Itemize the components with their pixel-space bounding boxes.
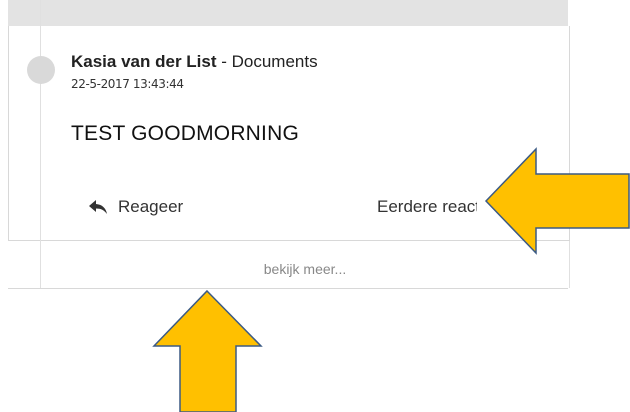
reply-button[interactable]: Reageer bbox=[88, 197, 183, 217]
reply-label: Reageer bbox=[118, 197, 184, 216]
comment-timestamp: 22-5-2017 13:43:44 bbox=[71, 77, 184, 91]
load-more-link[interactable]: bekijk meer... bbox=[41, 261, 569, 277]
earlier-replies-button[interactable]: Eerdere reacties bbox=[367, 197, 477, 217]
callout-arrow-left bbox=[484, 147, 630, 255]
timeline-line bbox=[40, 0, 41, 266]
callout-arrow-up bbox=[152, 289, 263, 412]
comment-message: TEST GOODMORNING bbox=[71, 122, 299, 145]
divider bbox=[8, 288, 568, 289]
header-bar bbox=[8, 0, 568, 26]
author-name[interactable]: Kasia van der List bbox=[71, 52, 217, 71]
comment-context: Documents bbox=[231, 52, 318, 71]
reply-arrow-icon bbox=[89, 200, 107, 214]
comment-header: Kasia van der List - Documents bbox=[71, 52, 318, 72]
earlier-replies-label: Eerdere reacties bbox=[377, 197, 477, 216]
avatar bbox=[27, 56, 55, 84]
author-separator: - bbox=[216, 52, 232, 71]
